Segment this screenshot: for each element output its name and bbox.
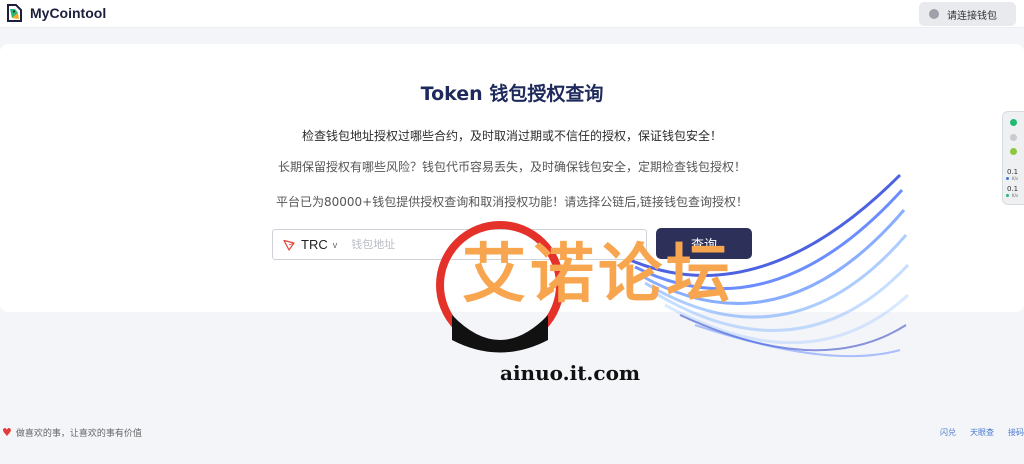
footer-motto: ♥ 做喜欢的事，让喜欢的事有价值 [2,426,142,439]
connect-wallet-button[interactable]: 请连接钱包 [919,2,1016,26]
network-speed-widget[interactable]: 0.1 K/s 0.1 K/s [1002,111,1024,205]
download-speed-unit: K/s [1012,193,1019,198]
footer-links: 闪兑 天眼查 接码 [926,427,1024,438]
top-navigation-bar: MyCointool 请连接钱包 [0,0,1024,28]
chain-select[interactable]: TRC v [273,230,337,259]
heart-icon: ♥ [2,426,12,439]
status-dot-icon [1010,119,1017,126]
tron-icon [283,239,295,251]
app-name: MyCointool [30,5,107,21]
download-arrow-icon [1006,194,1009,197]
watermark-overlay: 艾诺论坛 ainuo.it.com [430,165,910,405]
footer-link-tianyancha[interactable]: 天眼查 [970,427,994,438]
status-dot-icon [1010,134,1017,141]
upload-speed-unit: K/s [1012,176,1019,181]
watermark-text: 艾诺论坛 [462,238,734,312]
connect-wallet-label: 请连接钱包 [947,10,997,22]
footer-link-swap[interactable]: 闪兑 [940,427,956,438]
status-dot-icon [1010,148,1017,155]
watermark-url: ainuo.it.com [500,361,641,385]
upload-speed-value: 0.1 [1007,168,1019,176]
chain-label: TRC [301,237,328,252]
footer-motto-text: 做喜欢的事，让喜欢的事有价值 [15,429,142,439]
upload-arrow-icon [1006,177,1009,180]
download-speed-value: 0.1 [1007,185,1019,193]
logo-icon [7,4,22,22]
page-title: Token 钱包授权查询 [420,83,604,105]
footer-link-sms-code[interactable]: 接码 [1008,427,1024,438]
status-dot-icon [929,9,939,19]
logo[interactable]: MyCointool [6,3,106,23]
intro-text-1: 检查钱包地址授权过哪些合约，及时取消过期或不信任的授权，保证钱包安全！ [301,129,722,143]
chevron-down-icon: v [332,239,338,250]
